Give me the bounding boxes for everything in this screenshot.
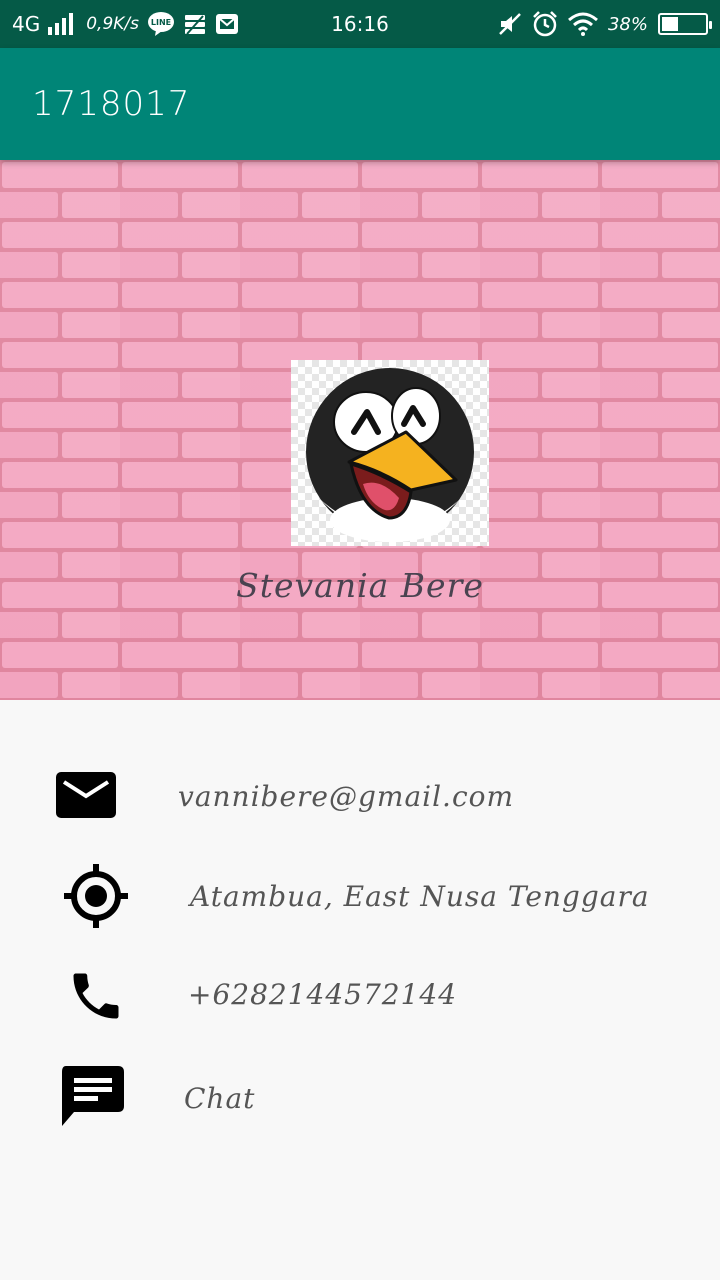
phone-text: +6282144572144	[188, 978, 458, 1011]
location-text: Atambua, East Nusa Tenggara	[190, 880, 650, 913]
status-right: 38%	[498, 0, 712, 48]
profile-header: Stevania Bere	[0, 160, 720, 700]
contact-chat-row[interactable]: Chat	[0, 1052, 720, 1142]
status-bar: 4G 0,9K/s LINE 16:16 38%	[0, 0, 720, 48]
location-icon	[62, 862, 130, 934]
mute-icon	[498, 12, 522, 36]
battery-icon	[658, 13, 712, 35]
message-icon	[215, 12, 239, 36]
network-type: 4G	[12, 12, 41, 36]
data-saver-icon	[183, 12, 207, 36]
contact-location-row[interactable]: Atambua, East Nusa Tenggara	[0, 852, 720, 942]
battery-percent: 38%	[607, 13, 648, 35]
penguin-icon	[306, 368, 474, 542]
signal-icon	[48, 13, 78, 35]
network-speed: 0,9K/s	[86, 14, 140, 34]
status-left: 4G 0,9K/s LINE	[12, 0, 239, 48]
profile-name: Stevania Bere	[236, 566, 484, 605]
chat-icon	[60, 1064, 126, 1132]
avatar[interactable]	[291, 360, 489, 546]
chat-text: Chat	[184, 1082, 256, 1115]
app-bar: 1718017	[0, 48, 720, 160]
contact-email-row[interactable]: vannibere@gmail.com	[0, 752, 720, 842]
wifi-icon	[568, 12, 598, 36]
alarm-icon	[532, 11, 558, 37]
email-icon	[54, 770, 118, 824]
line-icon: LINE	[147, 11, 175, 37]
contact-phone-row[interactable]: +6282144572144	[0, 952, 720, 1042]
phone-icon	[66, 966, 126, 1030]
svg-text:LINE: LINE	[151, 18, 171, 27]
app-title: 1718017	[32, 84, 191, 124]
email-text: vannibere@gmail.com	[178, 780, 515, 813]
